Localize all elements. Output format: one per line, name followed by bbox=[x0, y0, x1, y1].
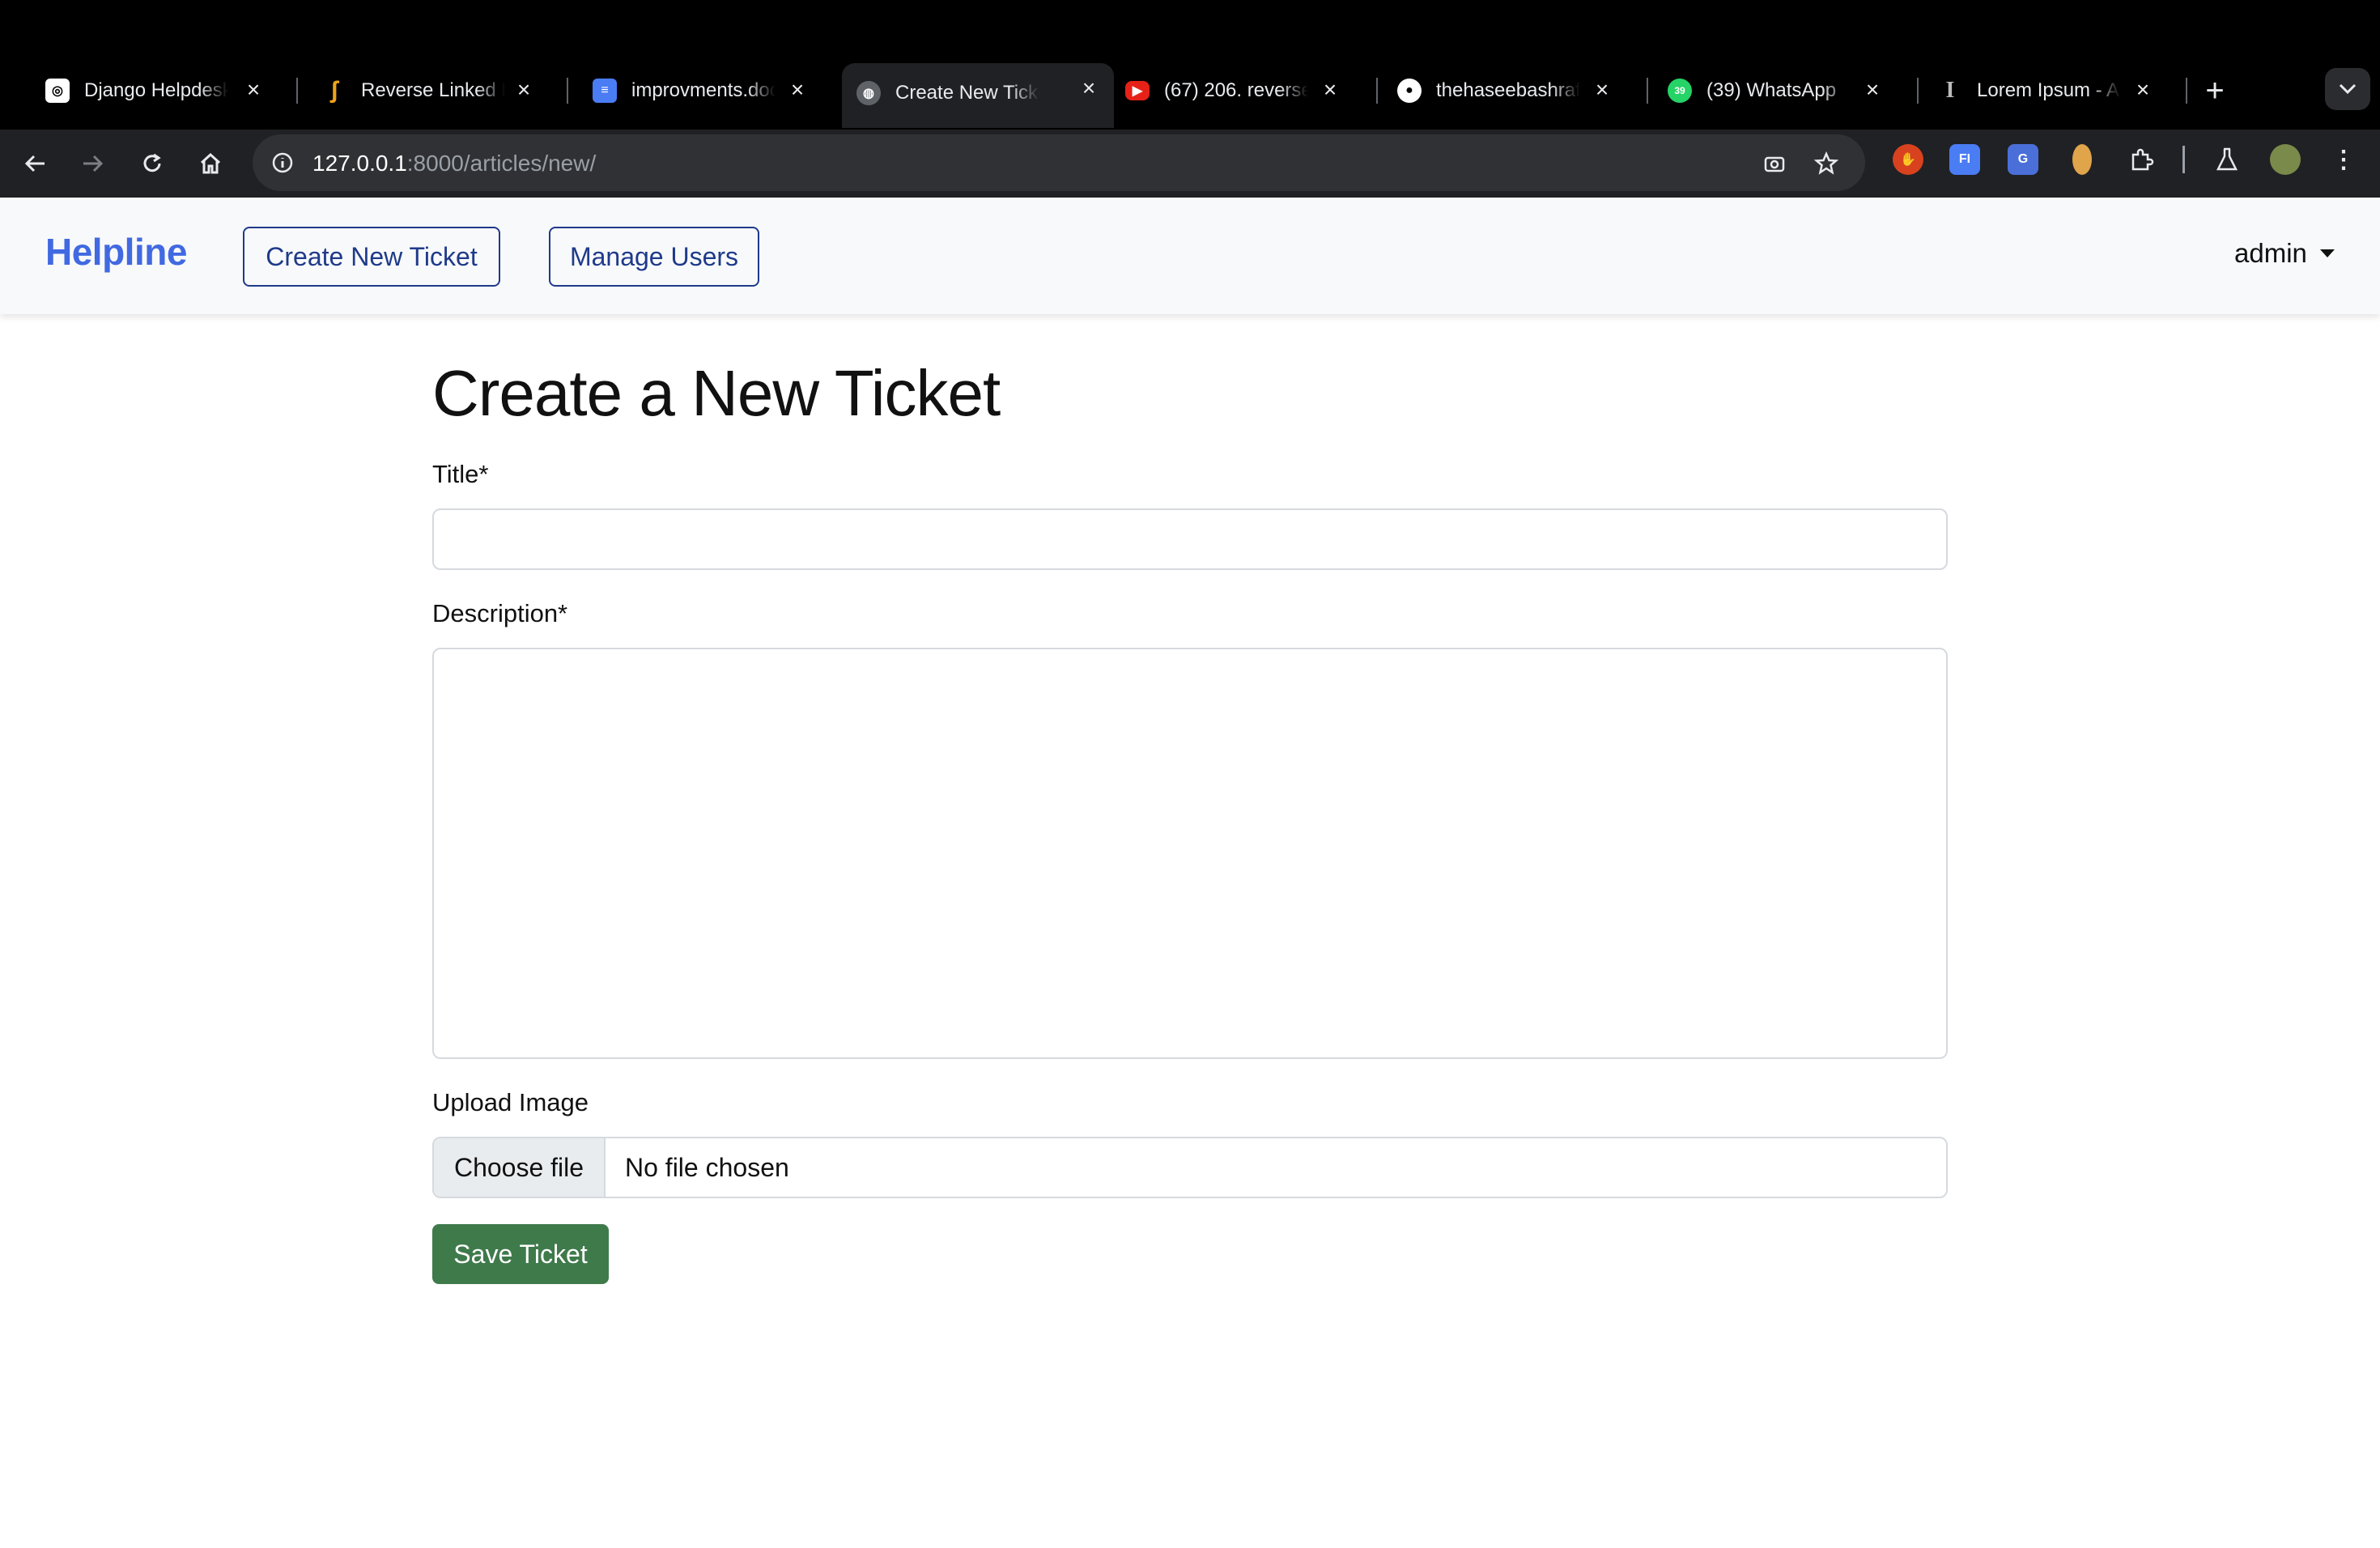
choose-file-button[interactable]: Choose file bbox=[434, 1138, 606, 1197]
github-icon: ● bbox=[1397, 79, 1422, 103]
browser-tab[interactable]: ʃ Reverse Linked List × bbox=[277, 68, 549, 113]
close-tab-icon[interactable]: × bbox=[240, 76, 267, 104]
close-tab-icon[interactable]: × bbox=[1316, 76, 1344, 104]
kebab-menu-icon[interactable]: ⋮ bbox=[2328, 144, 2359, 175]
tab-title: (39) WhatsApp bbox=[1706, 79, 1837, 101]
reload-icon[interactable] bbox=[134, 146, 170, 181]
image-file-input[interactable]: Choose file No file chosen bbox=[432, 1137, 1948, 1198]
tab-title: Lorem Ipsum - All the facts bbox=[1977, 79, 2121, 101]
url-host: 127.0.0.1 bbox=[312, 151, 407, 176]
tab-title: improvments.docx bbox=[631, 79, 776, 101]
docs-icon: ≡ bbox=[593, 79, 617, 103]
brand-logo[interactable]: Helpline bbox=[45, 230, 187, 274]
tab-title: Reverse Linked List bbox=[361, 79, 505, 101]
title-input[interactable] bbox=[432, 508, 1948, 570]
tab-search-chevron-icon[interactable] bbox=[2325, 68, 2370, 110]
adblock-extension-icon[interactable]: ✋ bbox=[1893, 144, 1923, 175]
address-bar[interactable]: 127.0.0.1:8000/articles/new/ bbox=[253, 134, 1865, 191]
forward-arrow-icon[interactable] bbox=[74, 146, 110, 181]
screenshot-icon[interactable] bbox=[1760, 149, 1789, 178]
browser-tab[interactable]: I Lorem Ipsum - All the facts × bbox=[1893, 68, 2168, 113]
new-tab-icon[interactable]: + bbox=[2197, 74, 2233, 110]
capsule-extension-icon[interactable] bbox=[2072, 144, 2092, 175]
username: admin bbox=[2234, 238, 2307, 268]
browser-tab[interactable]: ◎ Django Helpdesk × bbox=[0, 68, 278, 113]
tab-title: Create New Ticket bbox=[895, 82, 1039, 104]
file-status-text: No file chosen bbox=[625, 1152, 789, 1182]
tab-title: (67) 206. reverse linked list bbox=[1164, 79, 1308, 101]
description-textarea[interactable] bbox=[432, 648, 1948, 1059]
create-ticket-nav-button[interactable]: Create New Ticket bbox=[243, 227, 500, 287]
site-info-icon[interactable] bbox=[269, 149, 296, 176]
toolbar-separator bbox=[2182, 146, 2185, 173]
browser-tab[interactable]: ● thehaseebashraf × bbox=[1352, 68, 1627, 113]
url-path: :8000/articles/new/ bbox=[406, 151, 597, 176]
back-arrow-icon[interactable] bbox=[18, 146, 53, 181]
browser-tab[interactable]: ≡ improvments.docx × bbox=[547, 68, 822, 113]
close-tab-icon[interactable]: × bbox=[784, 76, 811, 104]
close-tab-icon[interactable]: × bbox=[1859, 76, 1886, 104]
globe-icon: ◍ bbox=[856, 81, 881, 105]
leetcode-icon: ʃ bbox=[330, 77, 338, 104]
browser-tabstrip: ◎ Django Helpdesk × ʃ Reverse Linked Lis… bbox=[0, 0, 2380, 131]
page-title: Create a New Ticket bbox=[432, 357, 1001, 429]
home-icon[interactable] bbox=[193, 146, 228, 181]
tab-title: Django Helpdesk bbox=[84, 79, 228, 101]
extensions-puzzle-icon[interactable] bbox=[2126, 144, 2157, 175]
caret-down-icon bbox=[2319, 249, 2335, 257]
tab-separator bbox=[2186, 78, 2187, 104]
manage-users-nav-button[interactable]: Manage Users bbox=[549, 227, 759, 287]
tab-title: thehaseebashraf bbox=[1436, 79, 1580, 101]
bookmark-star-icon[interactable] bbox=[1812, 149, 1841, 178]
description-label: Description* bbox=[432, 599, 568, 627]
profile-avatar[interactable] bbox=[2270, 144, 2301, 175]
close-tab-icon[interactable]: × bbox=[2129, 76, 2157, 104]
browser-tab[interactable]: ▶ (67) 206. reverse linked list × bbox=[1080, 68, 1355, 113]
close-tab-icon[interactable]: × bbox=[1588, 76, 1616, 104]
translate-extension-icon[interactable]: G bbox=[2008, 144, 2038, 175]
title-label: Title* bbox=[432, 460, 489, 488]
lorem-ipsum-icon: I bbox=[1945, 78, 1955, 103]
user-dropdown[interactable]: admin bbox=[2234, 238, 2335, 269]
youtube-icon: ▶ bbox=[1125, 81, 1150, 100]
save-ticket-button[interactable]: Save Ticket bbox=[432, 1224, 609, 1284]
close-tab-icon[interactable]: × bbox=[510, 76, 538, 104]
browser-tab-active[interactable]: ◍ Create New Ticket × bbox=[842, 63, 1114, 128]
upload-image-label: Upload Image bbox=[432, 1088, 589, 1116]
whatsapp-icon: 39 bbox=[1668, 79, 1692, 103]
app-navbar: Helpline Create New Ticket Manage Users … bbox=[0, 198, 2380, 314]
browser-tab[interactable]: 39 (39) WhatsApp × bbox=[1622, 68, 1898, 113]
url-text: 127.0.0.1:8000/articles/new/ bbox=[312, 151, 596, 176]
labs-flask-icon[interactable] bbox=[2212, 144, 2242, 175]
openai-icon: ◎ bbox=[45, 79, 70, 103]
fi-extension-icon[interactable]: FI bbox=[1949, 144, 1980, 175]
